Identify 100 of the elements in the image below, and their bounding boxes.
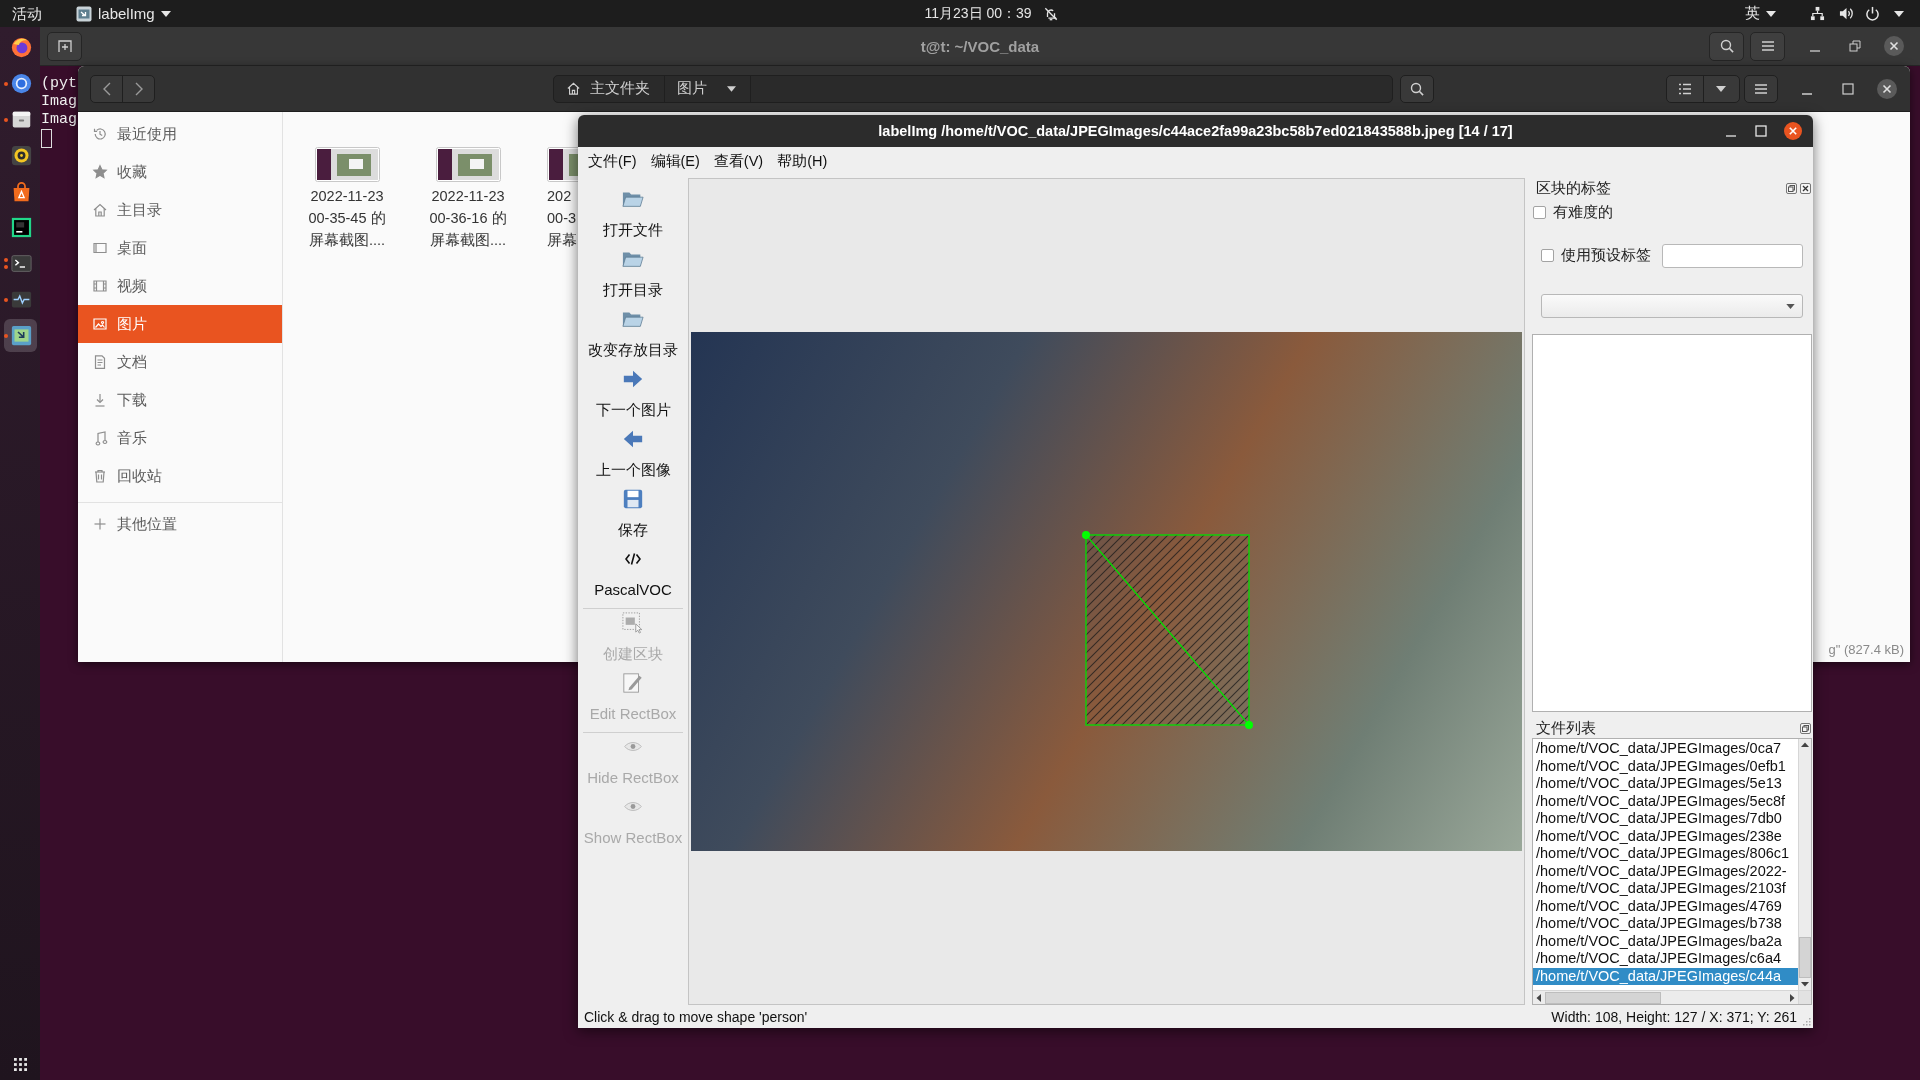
sidebar-item[interactable]: 最近使用: [78, 115, 282, 153]
float-icon[interactable]: [1800, 723, 1811, 734]
pencil-note-icon: [622, 672, 644, 694]
new-tab-button[interactable]: [47, 31, 82, 61]
file-list-item[interactable]: /home/t/VOC_data/JPEGImages/c6a4: [1533, 950, 1798, 968]
file-name[interactable]: 202 00-3 屏幕: [547, 185, 577, 251]
app-grid-icon[interactable]: [13, 1058, 27, 1071]
document-icon: [92, 354, 108, 370]
sidebar-item[interactable]: 文档: [78, 343, 282, 381]
search-button[interactable]: [1400, 74, 1434, 103]
terminal-output-line: Imag: [41, 111, 77, 129]
network-icon[interactable]: [1810, 6, 1825, 21]
notifications-off-icon[interactable]: [1043, 6, 1058, 21]
file-list-item[interactable]: /home/t/VOC_data/JPEGImages/4769: [1533, 897, 1798, 915]
sidebar-item[interactable]: 下载: [78, 381, 282, 419]
file-list-item[interactable]: /home/t/VOC_data/JPEGImages/5e13: [1533, 775, 1798, 793]
maximize-icon[interactable]: [1842, 82, 1854, 95]
tool-button[interactable]: 打开文件: [583, 186, 683, 246]
image-canvas[interactable]: [688, 178, 1525, 1005]
resize-grip-icon[interactable]: [1801, 1015, 1811, 1026]
menu-item[interactable]: 编辑(E): [643, 149, 707, 172]
search-icon: [1410, 81, 1424, 96]
app-menu-button[interactable]: labelImg: [76, 0, 171, 27]
vertex-handle[interactable]: [1245, 721, 1253, 729]
terminal-output-line: (pyt: [41, 75, 77, 93]
file-list-item[interactable]: /home/t/VOC_data/JPEGImages/b738: [1533, 915, 1798, 933]
file-list-item[interactable]: /home/t/VOC_data/JPEGImages/5ec8f: [1533, 792, 1798, 810]
tool-button[interactable]: 打开目录: [583, 246, 683, 306]
file-name[interactable]: 2022-11-23 00-35-45 的 屏幕截图....: [308, 185, 386, 251]
scrollbar-corner: [1798, 990, 1811, 1004]
tool-button[interactable]: 上一个图像: [583, 426, 683, 486]
restore-icon[interactable]: [1849, 40, 1861, 52]
text-cursor: [41, 129, 52, 148]
file-name[interactable]: 2022-11-23 00-36-16 的 屏幕截图....: [429, 185, 507, 251]
search-button[interactable]: [1709, 31, 1744, 61]
menu-button[interactable]: [1744, 74, 1778, 103]
checkbox-label: 使用预设标签: [1561, 246, 1651, 265]
file-list-item[interactable]: /home/t/VOC_data/JPEGImages/0efb1: [1533, 757, 1798, 775]
screenshot-thumbnail[interactable]: [547, 147, 578, 182]
tool-button[interactable]: 保存: [583, 486, 683, 546]
path-button[interactable]: 图片: [665, 75, 751, 102]
tool-button[interactable]: PascalVOC: [583, 546, 683, 606]
close-icon[interactable]: [1884, 36, 1904, 56]
file-list-item[interactable]: /home/t/VOC_data/JPEGImages/ba2a: [1533, 932, 1798, 950]
caret-icon: [1766, 10, 1776, 17]
menu-item[interactable]: 文件(F): [581, 149, 644, 172]
file-list-item[interactable]: /home/t/VOC_data/JPEGImages/0ca7: [1533, 740, 1798, 758]
sidebar-item[interactable]: 音乐: [78, 419, 282, 457]
caret-icon[interactable]: [1894, 10, 1904, 17]
file-list-item[interactable]: /home/t/VOC_data/JPEGImages/806c1: [1533, 845, 1798, 863]
scrollbar-thumb[interactable]: [1545, 991, 1661, 1004]
volume-icon[interactable]: [1839, 6, 1854, 21]
scrollbar-thumb[interactable]: [1799, 937, 1811, 978]
image-app-icon: [10, 325, 32, 346]
vertex-handle[interactable]: [1082, 531, 1090, 539]
file-list-item[interactable]: /home/t/VOC_data/JPEGImages/2022-: [1533, 862, 1798, 880]
close-icon[interactable]: [1784, 122, 1802, 140]
close-icon[interactable]: [1877, 78, 1897, 99]
activities-button[interactable]: 活动: [12, 0, 42, 27]
menu-item[interactable]: 帮助(H): [770, 149, 835, 172]
menu-item[interactable]: 查看(V): [706, 149, 771, 172]
arrow-right-icon: [622, 368, 644, 390]
sidebar-item[interactable]: 图片: [78, 305, 282, 343]
menu-button[interactable]: [1750, 31, 1785, 61]
terminal-icon: [10, 253, 32, 274]
music-note-icon: [92, 430, 108, 446]
bounding-box[interactable]: [1082, 531, 1253, 729]
sidebar-item[interactable]: 视频: [78, 267, 282, 305]
sidebar-item[interactable]: 主目录: [78, 191, 282, 229]
vertical-scrollbar[interactable]: [1798, 739, 1811, 990]
caret-icon: [1786, 303, 1795, 309]
horizontal-scrollbar[interactable]: [1533, 990, 1798, 1004]
dock-app-button[interactable]: [3, 319, 37, 352]
sidebar-item[interactable]: 其他位置: [78, 505, 282, 543]
status-message: Click & drag to move shape 'person': [584, 1008, 809, 1025]
maximize-icon[interactable]: [1755, 125, 1767, 137]
sidebar-item[interactable]: 回收站: [78, 457, 282, 495]
selection-status: g" (827.4 kB): [1828, 642, 1904, 657]
image-icon: [92, 316, 108, 332]
checkbox[interactable]: [1541, 249, 1554, 262]
activity-monitor-icon: [10, 289, 32, 310]
path-button[interactable]: 主文件夹: [554, 75, 665, 102]
file-list-item[interactable]: /home/t/VOC_data/JPEGImages/7db0: [1533, 810, 1798, 828]
tool-button[interactable]: 下一个图片: [583, 366, 683, 426]
sidebar-item[interactable]: 收藏: [78, 153, 282, 191]
sidebar-item[interactable]: 桌面: [78, 229, 282, 267]
file-list-item[interactable]: /home/t/VOC_data/JPEGImages/238e: [1533, 827, 1798, 845]
screenshot-thumbnail[interactable]: [314, 147, 380, 182]
float-icon[interactable]: [1786, 183, 1797, 194]
file-list-item[interactable]: /home/t/VOC_data/JPEGImages/2103f: [1533, 880, 1798, 898]
file-list-item[interactable]: /home/t/VOC_data/JPEGImages/c44a: [1533, 967, 1798, 985]
tool-button[interactable]: 改变存放目录: [583, 306, 683, 366]
input-method-button[interactable]: 英: [1745, 4, 1776, 23]
clock[interactable]: 11月23日 00：39: [924, 4, 1032, 23]
power-icon[interactable]: [1865, 6, 1880, 21]
screenshot-thumbnail[interactable]: [435, 147, 501, 182]
default-label-input-field[interactable]: [1662, 243, 1803, 268]
list-view-icon: [1677, 81, 1692, 96]
close-icon[interactable]: [1800, 183, 1811, 194]
checkbox[interactable]: [1533, 206, 1546, 219]
